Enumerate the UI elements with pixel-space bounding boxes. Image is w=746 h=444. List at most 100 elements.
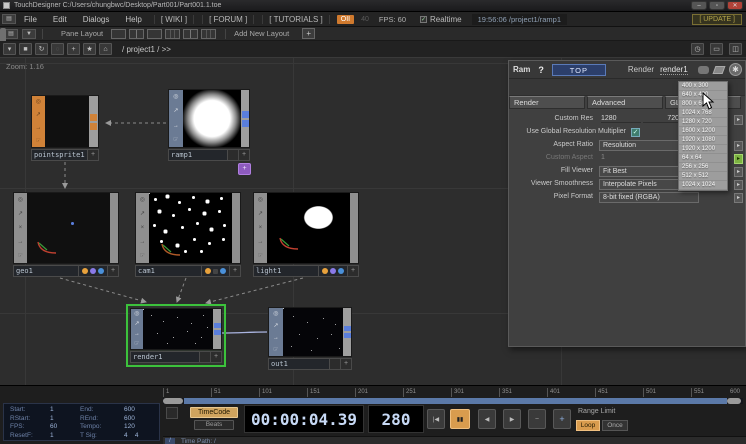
timeline-range[interactable] xyxy=(184,398,727,404)
layout-down-icon[interactable]: ▼ xyxy=(22,29,36,39)
realtime-checkbox[interactable]: ✓ xyxy=(420,16,427,23)
op-name-field[interactable]: render1 xyxy=(660,65,688,75)
cam1-connectors[interactable] xyxy=(232,193,240,263)
layout-preset-6grid[interactable] xyxy=(201,29,216,39)
render-flag[interactable] xyxy=(322,268,328,274)
layout-preset-quad[interactable] xyxy=(183,29,198,39)
pixel-format-dropdown[interactable]: 8-bit fixed (RGBA) xyxy=(599,192,699,203)
menu-help[interactable]: Help xyxy=(117,15,149,24)
pickable-flag[interactable] xyxy=(330,268,336,274)
node-flag-cell[interactable] xyxy=(228,149,239,161)
pause-button[interactable]: ▮▮ xyxy=(450,409,470,429)
info-value[interactable]: 1 xyxy=(50,415,80,424)
gear-icon[interactable]: ✱ xyxy=(729,63,742,76)
menu-file[interactable]: File xyxy=(16,15,45,24)
node-plus-button[interactable]: + xyxy=(211,351,222,363)
menu-item-64x64[interactable]: 64 x 64 xyxy=(679,154,727,163)
out1-connectors[interactable] xyxy=(343,308,351,356)
breadcrumb[interactable]: / project1 / >> xyxy=(122,45,171,54)
play-reverse-button[interactable]: ◀ xyxy=(478,409,496,429)
pointsprite1-connectors[interactable] xyxy=(89,96,98,147)
param-expand-icon-active[interactable]: ▸ xyxy=(734,154,743,164)
close-button[interactable]: ✕ xyxy=(727,1,743,10)
pane-star-icon[interactable]: ★ xyxy=(83,43,96,55)
eraser-icon[interactable] xyxy=(713,66,726,74)
info-value[interactable]: 600 xyxy=(124,406,164,415)
node-name-label[interactable]: pointsprite1 xyxy=(31,149,88,161)
pane-plus-icon[interactable]: + xyxy=(67,43,80,55)
pane-stop-icon[interactable]: ■ xyxy=(19,43,32,55)
range-start-handle[interactable] xyxy=(163,398,183,404)
node-flag-cell[interactable] xyxy=(200,351,211,363)
loop-button[interactable]: Loop xyxy=(576,420,600,431)
tab-render[interactable]: Render xyxy=(509,96,585,109)
wiki-link[interactable]: [ WIKI ] xyxy=(154,15,194,24)
display-flag[interactable] xyxy=(338,268,344,274)
menu-item-256x256[interactable]: 256 x 256 xyxy=(679,163,727,172)
layout-preset-3col[interactable] xyxy=(165,29,180,39)
node-plus-button[interactable]: + xyxy=(230,265,241,277)
forum-link[interactable]: [ FORUM ] xyxy=(202,15,254,24)
display-flag[interactable] xyxy=(220,268,226,274)
param-expand-icon[interactable]: ▸ xyxy=(734,141,743,151)
layout-grid-icon[interactable]: ▤ xyxy=(4,29,18,39)
pane-refresh-icon[interactable]: ↻ xyxy=(35,43,48,55)
node-plus-button[interactable]: + xyxy=(341,358,352,370)
range-end-handle[interactable] xyxy=(727,398,741,404)
geo1-connectors[interactable] xyxy=(110,193,118,263)
render-flag[interactable] xyxy=(205,268,211,274)
param-expand-icon[interactable]: ▸ xyxy=(734,180,743,190)
node-name-label[interactable]: geo1 xyxy=(13,265,79,277)
pane-home-icon[interactable]: ⌂ xyxy=(99,43,112,55)
node-flag-cell[interactable] xyxy=(330,358,341,370)
node-flags[interactable] xyxy=(202,265,230,277)
tab-advanced[interactable]: Advanced xyxy=(587,96,663,109)
op-family-button[interactable]: TOP xyxy=(552,64,606,76)
info-value[interactable]: 120 xyxy=(124,423,164,432)
once-button[interactable]: Once xyxy=(602,420,628,431)
maximize-button[interactable]: ▫ xyxy=(709,1,725,10)
time-path-icon[interactable]: / xyxy=(165,438,175,444)
param-expand-icon[interactable]: ▸ xyxy=(734,115,743,125)
pane-clock-icon[interactable]: ◷ xyxy=(691,43,704,55)
node-plus-button[interactable]: + xyxy=(108,265,119,277)
menu-item-1920x1080[interactable]: 1920 x 1080 xyxy=(679,136,727,145)
node-name-label[interactable]: cam1 xyxy=(135,265,202,277)
node-plus-button[interactable]: + xyxy=(239,149,250,161)
jump-to-start-button[interactable]: |◀ xyxy=(427,409,445,429)
render1-connectors[interactable] xyxy=(213,309,221,349)
layout-preset-vsplit[interactable] xyxy=(129,29,144,39)
menu-item-512x512[interactable]: 512 x 512 xyxy=(679,172,727,181)
fps-toggle-badge[interactable]: OII xyxy=(337,15,354,24)
play-forward-button[interactable]: ▶ xyxy=(503,409,521,429)
node-name-label[interactable]: ramp1 xyxy=(168,149,228,161)
menu-item-1024x768[interactable]: 1024 x 768 xyxy=(679,109,727,118)
help-icon[interactable]: ? xyxy=(538,65,544,75)
timeline-option-button[interactable] xyxy=(166,407,178,419)
global-res-checkbox[interactable]: ✓ xyxy=(631,128,640,137)
info-value[interactable]: 1 xyxy=(50,406,80,415)
res-width-field[interactable]: 1280 xyxy=(601,115,641,123)
menu-dialogs[interactable]: Dialogs xyxy=(75,15,118,24)
pane-monitor-icon[interactable]: ▭ xyxy=(710,43,723,55)
step-forward-button[interactable]: + xyxy=(553,409,571,429)
pane-dropdown-icon[interactable]: ▾ xyxy=(3,43,16,55)
pane-split-icon[interactable]: ◫ xyxy=(729,43,742,55)
pickable-flag[interactable] xyxy=(90,268,96,274)
minimize-button[interactable]: – xyxy=(691,1,707,10)
pane-circle-icon[interactable]: ○ xyxy=(51,43,64,55)
comment-icon[interactable] xyxy=(698,66,709,74)
custom-aspect-field[interactable]: 1 xyxy=(601,154,605,161)
node-name-label[interactable]: render1 xyxy=(130,351,200,363)
node-geo1[interactable]: ◎ ↗ × → ☞ geo1 xyxy=(13,192,119,277)
node-plus-button[interactable]: + xyxy=(88,149,99,161)
layout-preset-hsplit[interactable] xyxy=(147,29,162,39)
timecode-mode-button[interactable]: TimeCode xyxy=(190,407,238,418)
beats-mode-button[interactable]: Beats xyxy=(194,420,234,430)
menu-grid-icon[interactable]: ▤ xyxy=(2,14,16,24)
light1-connectors[interactable] xyxy=(350,193,358,263)
update-button[interactable]: [ UPDATE ] xyxy=(692,14,742,25)
node-flags[interactable] xyxy=(79,265,108,277)
display-flag-icon[interactable]: + xyxy=(238,163,251,175)
menu-item-1024x1024[interactable]: 1024 x 1024 xyxy=(679,181,727,190)
